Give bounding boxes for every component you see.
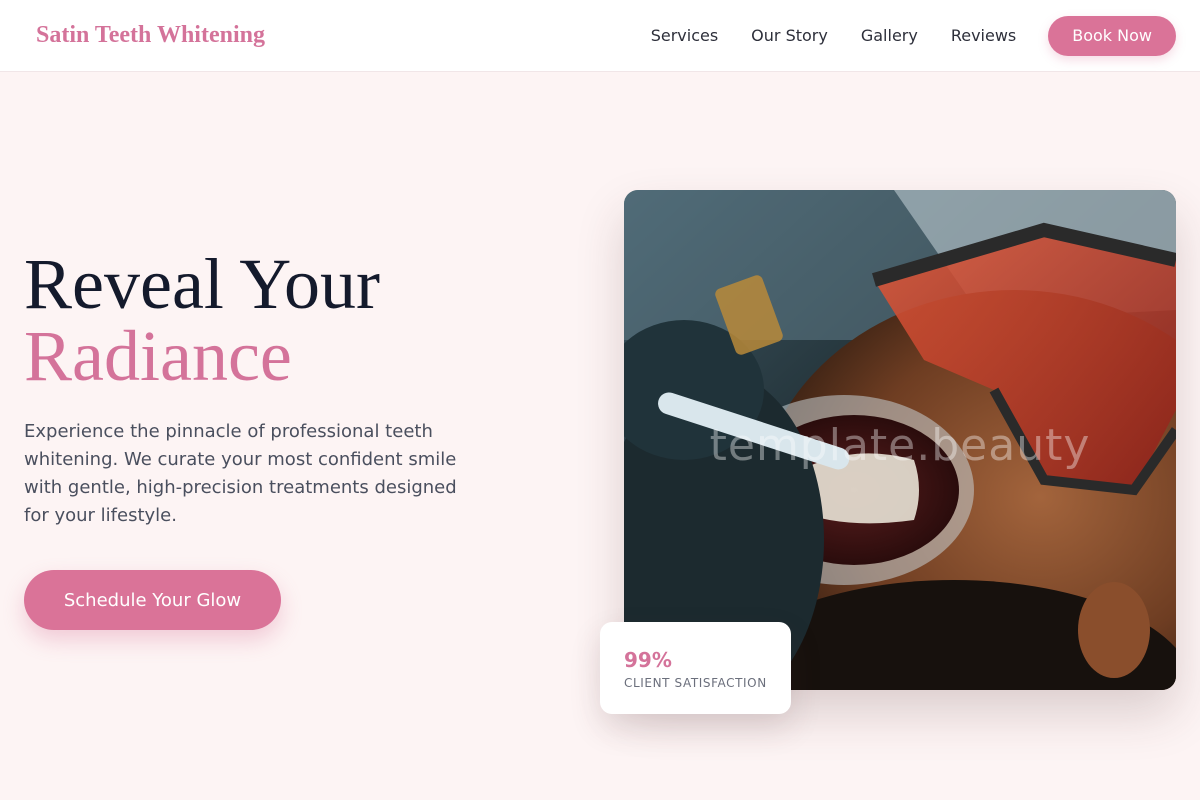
satisfaction-label: CLIENT SATISFACTION [624, 676, 767, 690]
satisfaction-value: 99% [624, 648, 672, 672]
nav-link-our-story[interactable]: Our Story [751, 26, 828, 45]
hero-title: Reveal Your Radiance [24, 248, 380, 392]
schedule-glow-button[interactable]: Schedule Your Glow [24, 570, 281, 630]
nav-link-services[interactable]: Services [651, 26, 718, 45]
brand-logo[interactable]: Satin Teeth Whitening [36, 22, 265, 49]
nav-links: Services Our Story Gallery Reviews Book … [651, 15, 1176, 56]
hero-image: template.beauty [624, 190, 1176, 690]
book-now-button[interactable]: Book Now [1048, 15, 1176, 56]
nav-link-reviews[interactable]: Reviews [951, 26, 1016, 45]
nav-link-gallery[interactable]: Gallery [861, 26, 918, 45]
hero-title-line2: Radiance [24, 316, 292, 396]
top-navbar: Satin Teeth Whitening Services Our Story… [0, 0, 1200, 72]
hero-title-line1: Reveal Your [24, 244, 380, 324]
image-watermark: template.beauty [709, 420, 1091, 471]
hero-description: Experience the pinnacle of professional … [24, 421, 457, 526]
satisfaction-card: 99% CLIENT SATISFACTION [600, 622, 791, 714]
